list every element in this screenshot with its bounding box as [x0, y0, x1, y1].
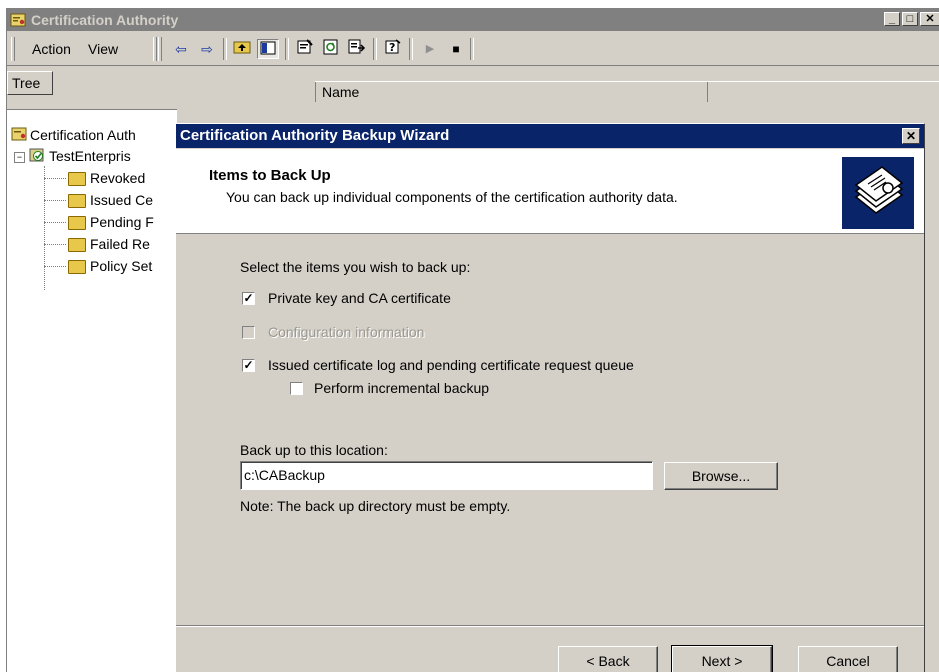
wizard-header: Items to Back Up You can back up individ…: [176, 149, 924, 234]
issued-log-checkbox[interactable]: ✓: [242, 359, 255, 372]
collapse-icon[interactable]: −: [14, 151, 25, 163]
wizard-title: Certification Authority Backup Wizard: [180, 127, 450, 144]
private-key-checkbox[interactable]: ✓: [242, 292, 255, 305]
tree-node-ca[interactable]: − TestEnterpris: [14, 147, 131, 167]
export-list-icon[interactable]: [346, 39, 368, 59]
toolbar-separator: [373, 38, 377, 60]
backup-location-label: Back up to this location:: [240, 442, 388, 458]
backup-wizard-dialog: Certification Authority Backup Wizard ✕ …: [175, 123, 925, 672]
column-name[interactable]: Name: [315, 82, 707, 102]
tree-item-label: Issued Ce: [90, 192, 154, 208]
toolbar-grip-2: [158, 37, 162, 61]
tree-item-label: Policy Set: [90, 258, 153, 274]
tree-item-issued[interactable]: Issued Ce: [68, 191, 153, 209]
maximize-button[interactable]: □: [902, 12, 918, 26]
issued-log-label: Issued certificate log and pending certi…: [268, 357, 634, 373]
menu-view[interactable]: View: [88, 41, 118, 57]
tree-item-policy[interactable]: Policy Set: [68, 257, 152, 275]
cancel-button[interactable]: Cancel: [798, 646, 898, 672]
tree-ca-label: TestEnterpris: [49, 148, 131, 164]
certificate-app-icon: [11, 126, 27, 146]
menu-toolbar-bar: Action View ⇦ ⇨ ? ▶ ■: [7, 33, 939, 66]
close-window-button[interactable]: ✕: [920, 12, 939, 26]
menubar-grip[interactable]: [11, 37, 15, 61]
back-icon[interactable]: ⇦: [170, 39, 192, 59]
main-title-bar[interactable]: Certification Authority _ □ ✕: [7, 9, 939, 31]
wizard-body: Select the items you wish to back up: ✓ …: [176, 235, 924, 625]
backup-items-prompt: Select the items you wish to back up:: [240, 259, 471, 275]
tree-item-pending[interactable]: Pending F: [68, 213, 154, 231]
pane-header-row: Tree Name: [7, 67, 939, 104]
refresh-icon[interactable]: [320, 39, 342, 59]
tree-line: [44, 166, 45, 290]
folder-icon: [68, 260, 86, 275]
wizard-close-button[interactable]: ✕: [902, 128, 920, 144]
tree-root-label: Certification Auth: [30, 127, 136, 143]
toolbar-separator: [223, 38, 227, 60]
mmc-window: Certification Authority _ □ ✕ Action Vie…: [6, 8, 939, 672]
tree-item-failed[interactable]: Failed Re: [68, 235, 150, 253]
folder-icon: [68, 238, 86, 253]
wizard-footer-divider: [176, 625, 924, 627]
menu-action[interactable]: Action: [32, 41, 71, 57]
tree-line: [44, 200, 66, 201]
column-extra[interactable]: [707, 82, 939, 102]
tree-line: [44, 266, 66, 267]
toolbar-grip[interactable]: [153, 37, 157, 61]
backup-directory-note: Note: The back up directory must be empt…: [240, 498, 511, 514]
tab-tree[interactable]: Tree: [7, 71, 53, 95]
start-service-icon[interactable]: ▶: [419, 39, 441, 59]
details-column-header: Name: [315, 81, 939, 104]
tree-item-revoked[interactable]: Revoked: [68, 169, 145, 187]
checkmark-icon: ✓: [243, 358, 254, 372]
incremental-backup-label: Perform incremental backup: [314, 380, 490, 396]
up-folder-icon[interactable]: [231, 39, 253, 59]
folder-icon: [68, 194, 86, 209]
tree-item-label: Failed Re: [90, 236, 150, 252]
svg-text:?: ?: [389, 41, 395, 54]
configuration-checkbox[interactable]: [242, 326, 255, 339]
tree-line: [44, 222, 66, 223]
show-tree-icon[interactable]: [257, 39, 279, 59]
certificate-stack-icon: [842, 157, 914, 229]
incremental-backup-checkbox[interactable]: [290, 382, 303, 395]
browse-button[interactable]: Browse...: [664, 462, 778, 490]
toolbar-separator: [409, 38, 413, 60]
toolbar-separator: [285, 38, 289, 60]
ca-server-icon: [29, 147, 45, 167]
tree-item-label: Revoked: [90, 170, 146, 186]
tree-line: [44, 178, 66, 179]
help-icon[interactable]: ?: [382, 39, 404, 59]
configuration-label: Configuration information: [268, 324, 425, 340]
backup-location-input[interactable]: c:\CABackup: [240, 461, 653, 490]
console-tree: Certification Auth − TestEnterpris Revok…: [7, 109, 177, 672]
minimize-button[interactable]: _: [884, 12, 900, 26]
toolbar-separator: [470, 38, 474, 60]
main-window-title: Certification Authority: [31, 12, 179, 28]
tree-root[interactable]: Certification Auth: [11, 126, 136, 146]
next-button[interactable]: Next >: [671, 645, 773, 672]
screen: Certification Authority _ □ ✕ Action Vie…: [0, 0, 939, 672]
tree-item-label: Pending F: [90, 214, 154, 230]
forward-icon[interactable]: ⇨: [196, 39, 218, 59]
wizard-title-bar[interactable]: Certification Authority Backup Wizard ✕: [176, 124, 924, 148]
certificate-app-icon: [10, 12, 26, 28]
wizard-page-subtitle: You can back up individual components of…: [226, 189, 678, 205]
properties-icon[interactable]: [294, 39, 316, 59]
private-key-label: Private key and CA certificate: [268, 290, 451, 306]
tree-line: [44, 244, 66, 245]
stop-service-icon[interactable]: ■: [445, 39, 467, 59]
folder-icon: [68, 216, 86, 231]
back-button[interactable]: < Back: [558, 646, 658, 672]
checkmark-icon: ✓: [243, 291, 254, 305]
wizard-page-title: Items to Back Up: [209, 167, 331, 184]
folder-icon: [68, 172, 86, 187]
